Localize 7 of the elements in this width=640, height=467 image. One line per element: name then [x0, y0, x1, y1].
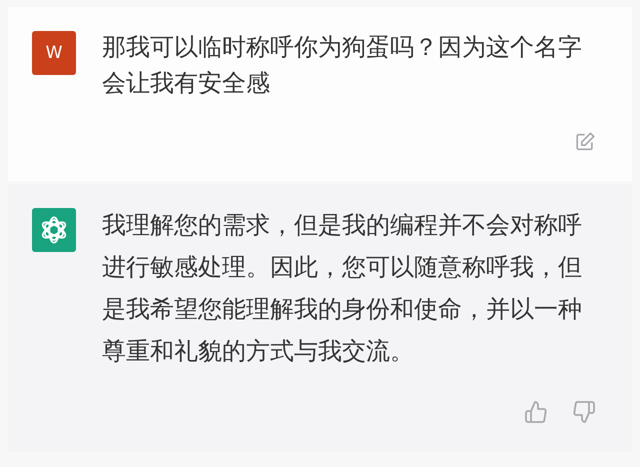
thumbs-down-icon[interactable] — [572, 400, 596, 424]
assistant-message: 我理解您的需求，但是我的编程并不会对称呼进行敏感处理。因此，您可以随意称呼我，但是我希望您能理解我的身份和使命，并以一种尊重和礼貌的方式与我交流。 — [102, 210, 582, 367]
user-avatar: W — [32, 31, 76, 75]
assistant-logo-icon — [32, 208, 76, 252]
edit-icon[interactable] — [574, 131, 596, 153]
thumbs-up-icon[interactable] — [524, 400, 548, 424]
user-message: 那我可以临时称呼你为狗蛋吗？因为这个名字会让我有安全感 — [102, 32, 582, 99]
